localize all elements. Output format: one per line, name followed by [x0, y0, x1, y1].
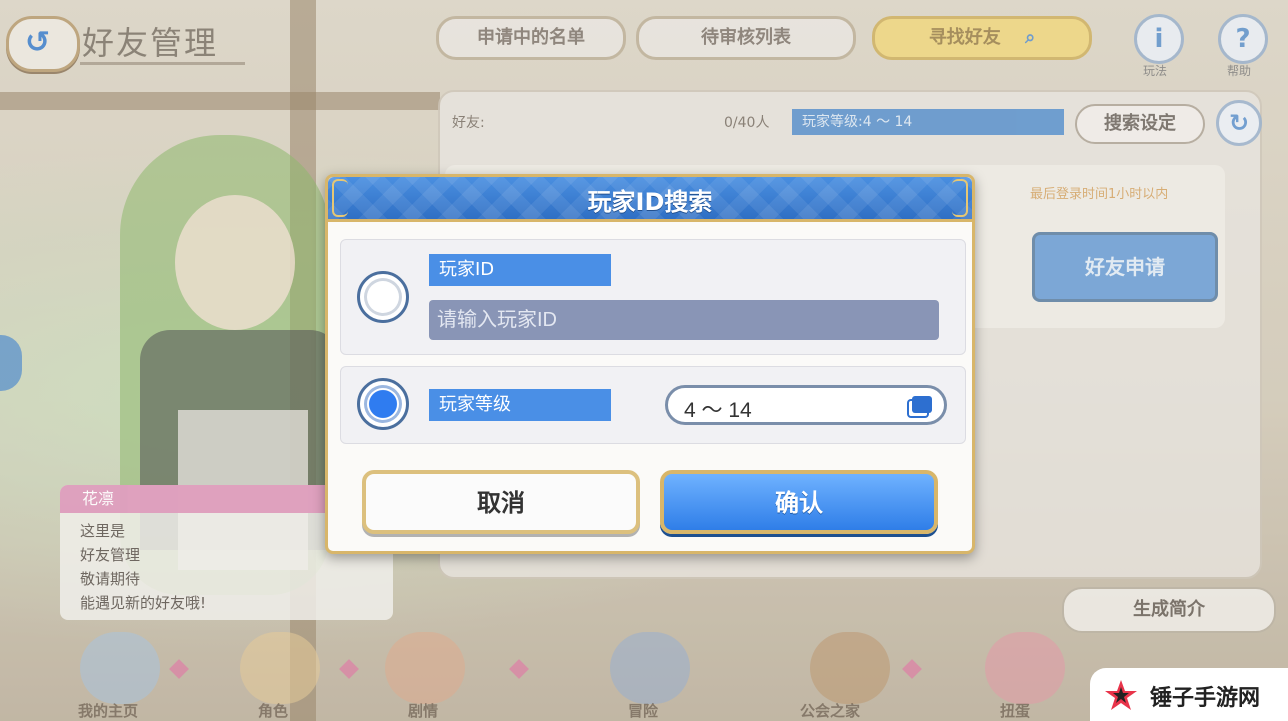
player-level-range-select[interactable]: 4 ～ 14	[665, 385, 947, 425]
player-level-label: 玩家等级	[429, 389, 611, 421]
confirm-button[interactable]: 确认	[660, 470, 938, 534]
player-id-radio[interactable]	[357, 271, 409, 323]
windows-icon	[912, 396, 932, 413]
player-id-label: 玩家ID	[429, 254, 611, 286]
player-id-search-dialog: 玩家ID搜索 玩家ID 玩家等级 4 ～ 14 取消 确认	[325, 174, 975, 554]
player-id-input[interactable]	[429, 300, 939, 340]
dialog-header: 玩家ID搜索	[328, 177, 972, 222]
player-id-option: 玩家ID	[340, 239, 966, 355]
player-level-radio[interactable]	[357, 378, 409, 430]
watermark-text: 锤子手游网	[1150, 686, 1261, 711]
player-level-option: 玩家等级 4 ～ 14	[340, 366, 966, 444]
star-logo-icon	[1105, 680, 1137, 710]
player-level-value: 4 ～ 14	[684, 399, 752, 422]
site-watermark: 锤子手游网	[1090, 668, 1288, 721]
dialog-title: 玩家ID搜索	[587, 188, 713, 216]
cancel-button[interactable]: 取消	[362, 470, 640, 534]
